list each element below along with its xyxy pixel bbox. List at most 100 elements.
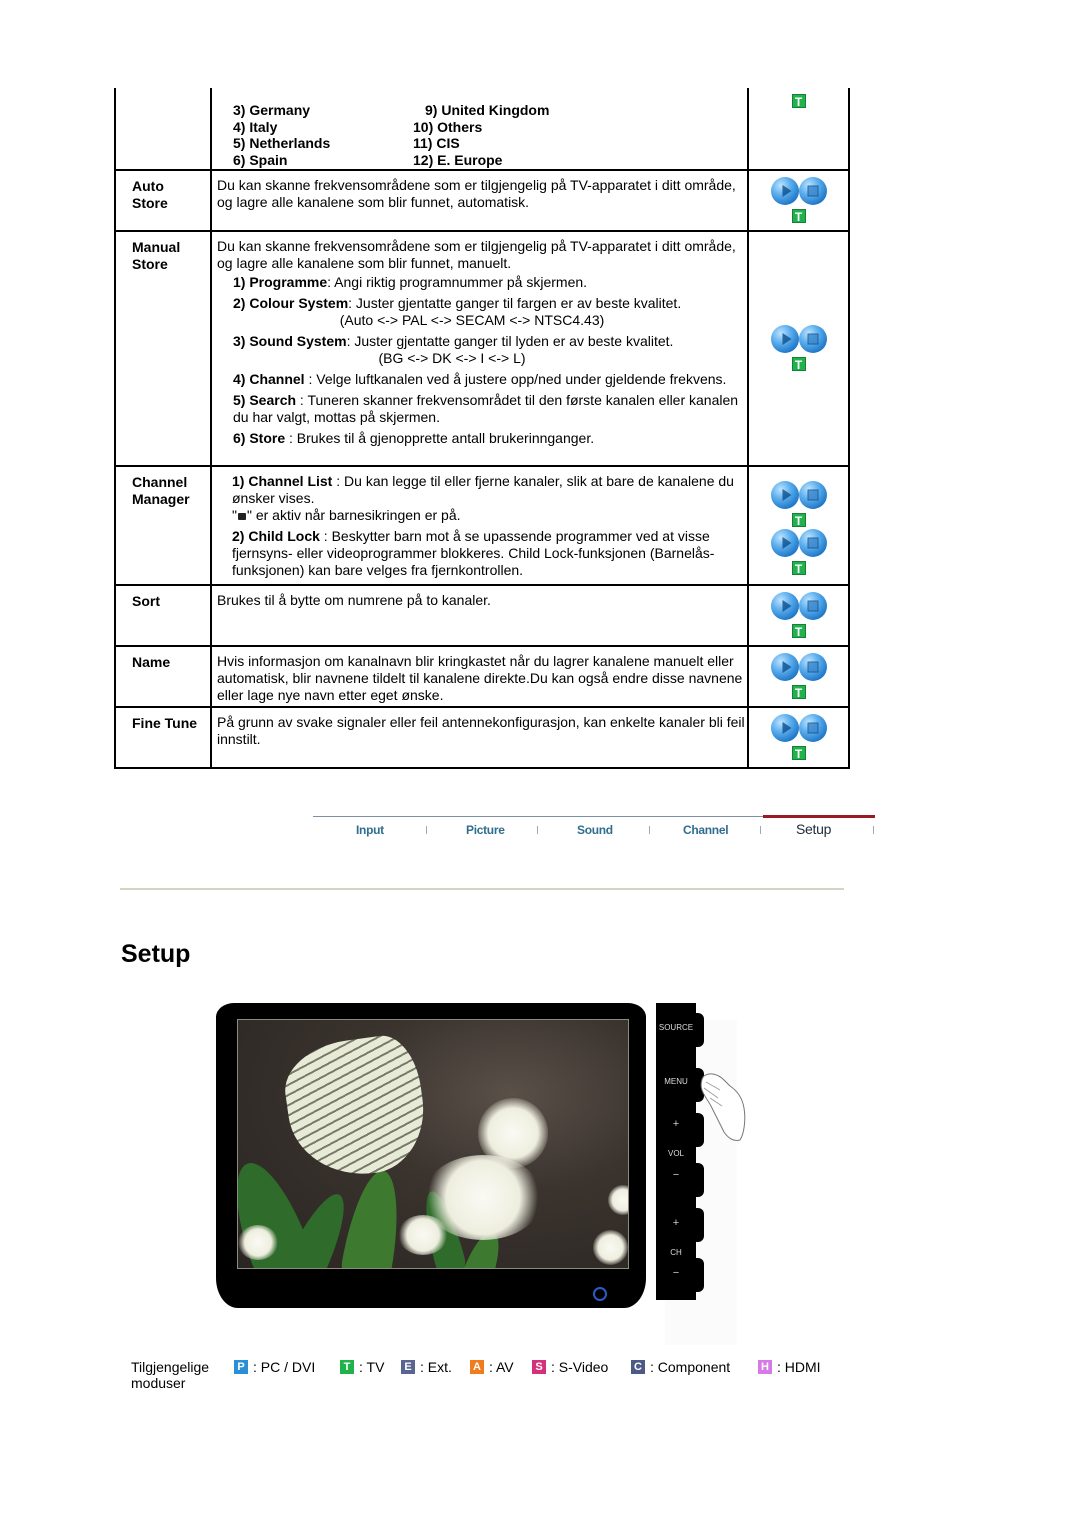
row-description: Du kan skanne frekvensområdene som er ti… — [217, 238, 736, 271]
table-row-fine-tune: Fine Tune På grunn av svake signaler ell… — [114, 708, 850, 769]
country-item: 5) Netherlands — [233, 135, 331, 151]
country-item: 3) Germany — [233, 102, 311, 118]
hand-pointer-icon — [700, 1073, 746, 1141]
av-mode-icon: A — [470, 1360, 484, 1374]
stop-icon — [798, 653, 827, 681]
table-row-channel-manager: Channel Manager 1) Channel List : Du kan… — [114, 467, 850, 586]
play-icon — [770, 177, 799, 205]
tv-screen-image — [237, 1019, 629, 1269]
tv-mode-badge: T — [791, 561, 806, 576]
tv-mode-badge: T — [791, 357, 806, 372]
play-icon — [770, 653, 799, 681]
legend-item-pc-dvi: P : PC / DVI — [234, 1359, 315, 1375]
play-icon — [770, 714, 799, 742]
legend-item-tv: T : TV — [340, 1359, 384, 1375]
nav-separator — [426, 826, 427, 834]
country-item: 4) Italy — [233, 118, 278, 135]
row-label: Channel Manager — [116, 467, 212, 584]
row-description: Hvis informasjon om kanalnavn blir kring… — [217, 653, 743, 703]
mode-cell: T — [749, 88, 848, 169]
play-icon — [770, 592, 799, 620]
vol-up-button: + — [672, 1118, 680, 1130]
table-row-auto-store: Auto Store Du kan skanne frekvensområden… — [114, 171, 850, 232]
sub-item: 2) Colour System: Juster gjentatte gange… — [233, 295, 682, 311]
ch-down-button: − — [672, 1267, 680, 1279]
sub-item: 4) Channel : Velge luftkanalen ved å jus… — [233, 371, 727, 387]
nav-rule — [313, 816, 763, 817]
stop-icon — [798, 325, 827, 353]
ext-mode-icon: E — [401, 1360, 415, 1374]
row-label — [116, 88, 212, 169]
hdmi-mode-icon: H — [758, 1360, 772, 1374]
tv-mode-icon: T — [340, 1360, 354, 1374]
source-button: SOURCE — [658, 1023, 694, 1032]
sub-item: 3) Sound System: Juster gjentatte ganger… — [233, 333, 674, 349]
legend-item-hdmi: H : HDMI — [758, 1359, 821, 1375]
component-mode-icon: C — [631, 1360, 645, 1374]
row-description: Du kan skanne frekvensområdene som er ti… — [217, 177, 736, 210]
lock-icon — [237, 513, 246, 520]
sub-item: 6) Store : Brukes til å gjenopprette ant… — [233, 430, 595, 446]
play-icon — [770, 325, 799, 353]
nav-tab-setup[interactable]: Setup — [796, 821, 831, 837]
divider — [120, 888, 844, 890]
channel-settings-table: 3) Germany 9) United Kingdom 4) Italy 10… — [114, 88, 850, 769]
power-indicator-icon — [593, 1287, 607, 1301]
table-row-sort: Sort Brukes til å bytte om numrene på to… — [114, 586, 850, 647]
table-row-manual-store: Manual Store Du kan skanne frekvensområd… — [114, 232, 850, 467]
butterfly — [279, 1031, 432, 1184]
tv-mode-badge: T — [791, 624, 806, 639]
vol-down-button: − — [672, 1169, 680, 1181]
remote-buttons-icon — [770, 529, 827, 557]
remote-buttons-icon — [770, 592, 827, 620]
tv-mode-badge: T — [791, 685, 806, 700]
nav-tab-input[interactable]: Input — [356, 823, 384, 837]
legend-item-component: C : Component — [631, 1359, 730, 1375]
row-label: Sort — [116, 586, 212, 645]
nav-tab-sound[interactable]: Sound — [577, 823, 613, 837]
tv-mode-badge: T — [791, 513, 806, 528]
remote-buttons-icon — [770, 653, 827, 681]
nav-separator — [760, 826, 761, 834]
legend-item-av: A : AV — [470, 1359, 514, 1375]
ch-label: CH — [670, 1248, 682, 1257]
row-description: På grunn av svake signaler eller feil an… — [217, 714, 745, 747]
nav-separator — [873, 826, 874, 834]
tv-side-control-panel: SOURCE MENU + VOL − + CH − — [656, 1003, 704, 1300]
country-item: 9) United Kingdom — [425, 102, 550, 118]
remote-buttons-icon — [770, 177, 827, 205]
remote-buttons-icon — [770, 325, 827, 353]
sub-item: 5) Search : Tuneren skanner frekvensområ… — [233, 392, 739, 425]
country-list: 3) Germany 9) United Kingdom 4) Italy 10… — [212, 88, 749, 169]
s-video-mode-icon: S — [532, 1360, 546, 1374]
tv-mode-badge: T — [791, 94, 806, 109]
section-nav: Input Picture Sound Channel Setup — [313, 815, 875, 840]
pc-mode-icon: P — [234, 1360, 248, 1374]
row-label: Fine Tune — [116, 708, 212, 767]
sub-item: 2) Child Lock : Beskytter barn mot å se … — [232, 528, 715, 578]
country-item: 11) CIS — [413, 135, 460, 151]
nav-tab-picture[interactable]: Picture — [466, 823, 505, 837]
row-label: Name — [116, 647, 212, 706]
ch-up-button: + — [672, 1217, 680, 1229]
legend-item-ext: E : Ext. — [401, 1359, 452, 1375]
stop-icon — [798, 592, 827, 620]
tv-mode-badge: T — [791, 746, 806, 761]
sub-item: 1) Channel List : Du kan legge til eller… — [232, 473, 734, 506]
vol-label: VOL — [667, 1149, 684, 1158]
stop-icon — [798, 714, 827, 742]
nav-tab-channel[interactable]: Channel — [683, 823, 729, 837]
country-item: 6) Spain — [233, 151, 288, 168]
country-item: 10) Others — [413, 118, 483, 135]
nav-separator — [537, 826, 538, 834]
tv-monitor-illustration — [216, 1003, 646, 1308]
tv-mode-badge: T — [791, 209, 806, 224]
page-title: Setup — [121, 940, 191, 968]
row-description: Brukes til å bytte om numrene på to kana… — [217, 592, 491, 608]
play-icon — [770, 481, 799, 509]
menu-button: MENU — [664, 1077, 688, 1086]
stop-icon — [798, 177, 827, 205]
table-row-name: Name Hvis informasjon om kanalnavn blir … — [114, 647, 850, 708]
legend-label: Tilgjengelige moduser — [131, 1359, 210, 1391]
country-item: 12) E. Europe — [413, 151, 503, 168]
